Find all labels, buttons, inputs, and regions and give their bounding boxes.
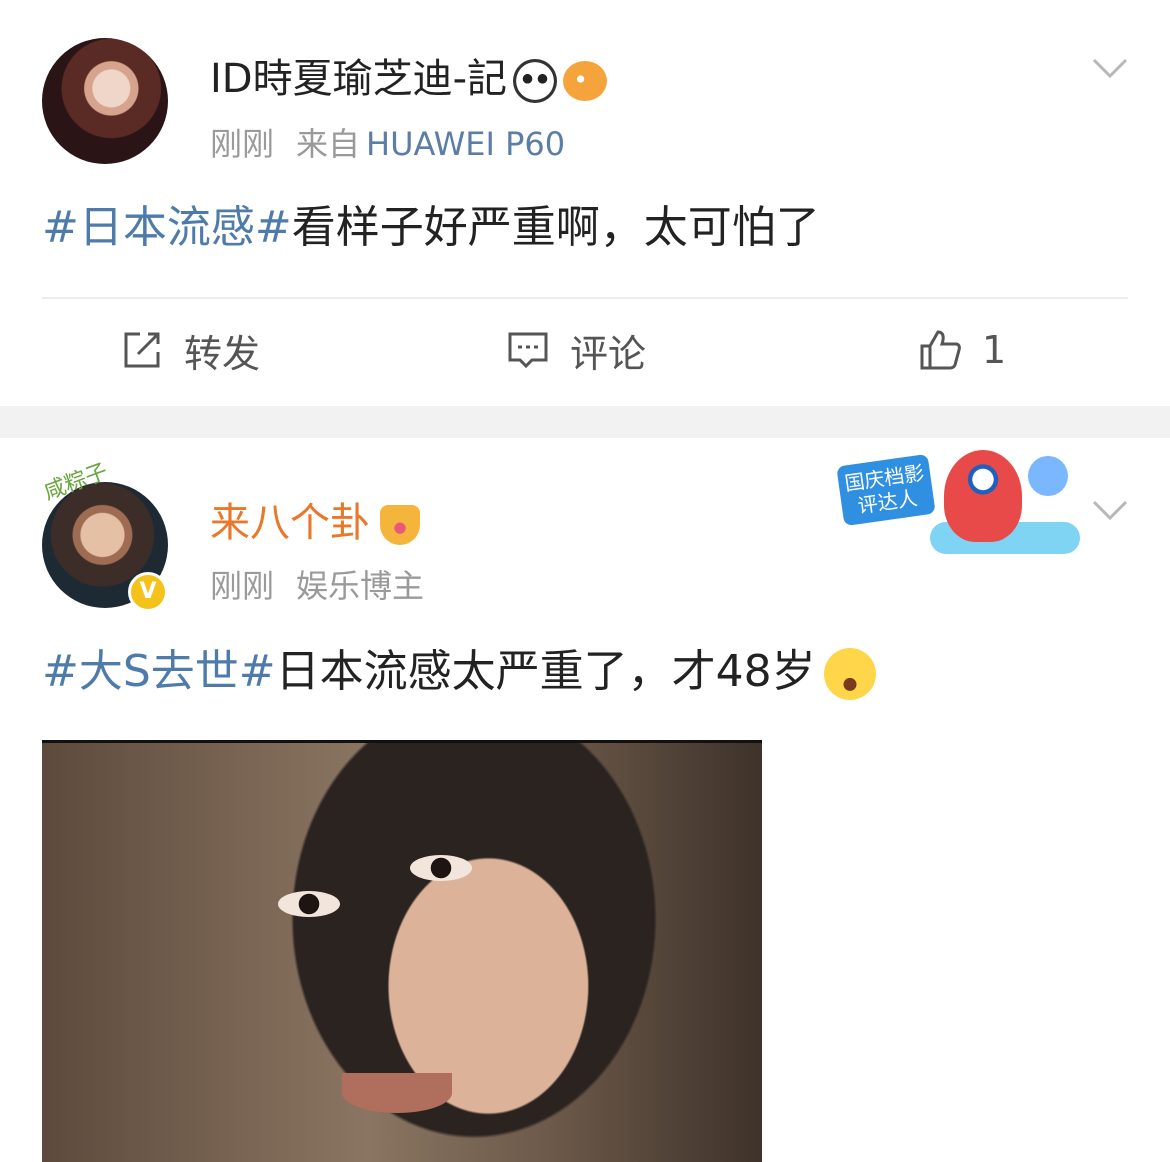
crown-icon: [380, 505, 420, 545]
source-prefix: 来自: [296, 125, 361, 163]
topic-link[interactable]: #大S去世#: [42, 646, 276, 697]
post-meta: 刚刚 娱乐博主: [210, 566, 424, 606]
weibo-post-1: ID時夏瑜芝迪-記 刚刚 来自 HUAWEI P60 #日本流感#看样子好严重啊，太…: [0, 0, 1170, 406]
divider: [42, 297, 1128, 299]
badge-label: 国庆档影评达人: [836, 453, 936, 527]
avatar[interactable]: [42, 38, 168, 164]
image-mouth: [342, 1073, 452, 1113]
like-count: 1: [982, 328, 1007, 372]
post-body: 看样子好严重啊，太可怕了: [291, 202, 820, 253]
promo-badge[interactable]: 国庆档影评达人: [832, 446, 1082, 562]
thumbs-up-icon: [920, 330, 961, 370]
panda-emoji-icon: [513, 59, 558, 103]
comment-button[interactable]: 评论: [506, 318, 646, 382]
post-time: 刚刚: [210, 125, 275, 163]
comment-icon: [508, 332, 548, 369]
topic-link[interactable]: #日本流感#: [42, 202, 292, 253]
username-text[interactable]: ID時夏瑜芝迪-記: [210, 56, 507, 102]
post-body: 日本流感太严重了，才48岁: [275, 646, 816, 697]
post-meta: 刚刚 来自 HUAWEI P60: [210, 124, 565, 164]
verified-badge-icon: V: [128, 572, 168, 612]
mascot-icon: [944, 450, 1022, 542]
comment-label: 评论: [570, 331, 647, 376]
planet-icon: [1028, 456, 1068, 496]
post-text: #大S去世#日本流感太严重了，才48岁: [42, 642, 876, 702]
author-role: 娱乐博主: [296, 567, 425, 605]
image-eye-right: [410, 855, 472, 881]
repost-icon: [124, 332, 160, 368]
username-text[interactable]: 来八个卦: [210, 500, 370, 546]
image-eye-left: [278, 891, 340, 917]
action-bar: 转发 评论 1: [0, 318, 1170, 382]
username[interactable]: 来八个卦: [210, 498, 420, 548]
post-image[interactable]: [42, 740, 762, 1162]
weibo-post-2: 咸粽子 V 来八个卦 刚刚 娱乐博主 国庆档影评达人 #大S去世#日本流感太严重了…: [0, 438, 1170, 1162]
laugh-cry-emoji-icon: [823, 648, 876, 700]
like-button[interactable]: 1: [918, 318, 1006, 382]
fish-emoji-icon: [563, 61, 608, 101]
post-source[interactable]: HUAWEI P60: [366, 125, 565, 163]
repost-label: 转发: [184, 331, 261, 376]
username[interactable]: ID時夏瑜芝迪-記: [210, 54, 608, 104]
feed-separator: [0, 406, 1170, 438]
chevron-down-icon[interactable]: [1092, 500, 1128, 520]
chevron-down-icon[interactable]: [1092, 58, 1128, 78]
repost-button[interactable]: 转发: [120, 318, 260, 382]
post-text: #日本流感#看样子好严重啊，太可怕了: [42, 198, 820, 258]
post-time: 刚刚: [210, 567, 275, 605]
